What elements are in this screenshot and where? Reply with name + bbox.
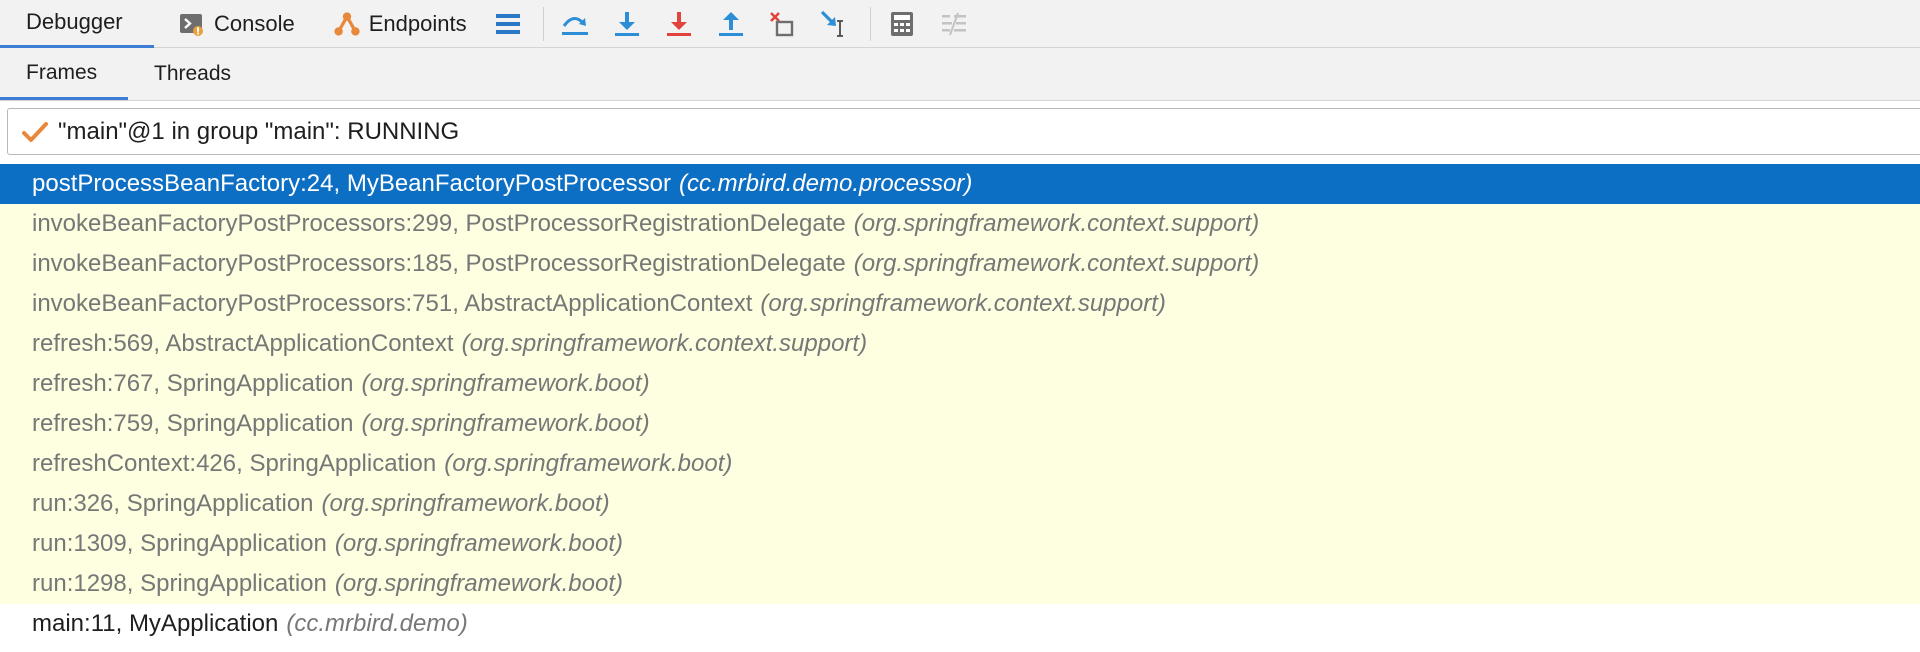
- frame-method: refresh:767, SpringApplication: [32, 370, 354, 397]
- frame-package: (cc.mrbird.demo.processor): [678, 170, 973, 197]
- tab-frames[interactable]: Frames: [0, 48, 128, 100]
- frame-method: invokeBeanFactoryPostProcessors:751, Abs…: [32, 290, 753, 317]
- frame-row[interactable]: refreshContext:426, SpringApplication (o…: [0, 444, 1920, 484]
- toolbar-separator: [542, 6, 544, 41]
- frame-row[interactable]: postProcessBeanFactory:24, MyBeanFactory…: [0, 164, 1920, 204]
- frame-row[interactable]: invokeBeanFactoryPostProcessors:185, Pos…: [0, 244, 1920, 284]
- frame-row[interactable]: refresh:767, SpringApplication (org.spri…: [0, 364, 1920, 404]
- frame-method: invokeBeanFactoryPostProcessors:185, Pos…: [32, 250, 846, 277]
- frame-method: postProcessBeanFactory:24, MyBeanFactory…: [32, 170, 671, 197]
- frame-package: (org.springframework.boot): [321, 490, 610, 517]
- frame-method: refresh:759, SpringApplication: [32, 410, 354, 437]
- tab-endpoints[interactable]: Endpoints: [333, 0, 467, 48]
- frames-list: postProcessBeanFactory:24, MyBeanFactory…: [0, 164, 1920, 644]
- frame-method: invokeBeanFactoryPostProcessors:299, Pos…: [32, 210, 846, 237]
- thread-label: "main"@1 in group "main": RUNNING: [58, 117, 460, 145]
- frame-package: (org.springframework.boot): [334, 570, 623, 597]
- frame-row[interactable]: run:1298, SpringApplication (org.springf…: [0, 564, 1920, 604]
- step-out-icon[interactable]: [714, 7, 748, 41]
- step-over-icon[interactable]: [558, 7, 592, 41]
- debugger-subtabs: Frames Threads: [0, 48, 1920, 101]
- tab-console[interactable]: Console: [178, 0, 295, 48]
- hamburger-icon[interactable]: [491, 7, 525, 41]
- frame-package: (org.springframework.boot): [334, 530, 623, 557]
- frame-method: main:11, MyApplication: [32, 610, 279, 637]
- tab-endpoints-label: Endpoints: [368, 10, 467, 36]
- evaluate-icon[interactable]: [885, 7, 919, 41]
- frame-method: run:326, SpringApplication: [32, 490, 314, 517]
- frame-row[interactable]: invokeBeanFactoryPostProcessors:299, Pos…: [0, 204, 1920, 244]
- frame-row[interactable]: main:11, MyApplication (cc.mrbird.demo): [0, 604, 1920, 644]
- tab-debugger-label: Debugger: [26, 9, 123, 34]
- drop-frame-icon[interactable]: [766, 7, 800, 41]
- trace-icon[interactable]: [937, 7, 971, 41]
- frame-package: (org.springframework.context.support): [760, 290, 1166, 317]
- frame-row[interactable]: refresh:569, AbstractApplicationContext …: [0, 324, 1920, 364]
- endpoints-icon: [333, 10, 361, 38]
- frame-row[interactable]: refresh:759, SpringApplication (org.spri…: [0, 404, 1920, 444]
- frame-method: run:1309, SpringApplication: [32, 530, 327, 557]
- tab-debugger[interactable]: Debugger: [0, 0, 154, 48]
- force-step-into-icon[interactable]: [662, 7, 696, 41]
- tab-threads-label: Threads: [154, 62, 232, 85]
- frame-package: (org.springframework.context.support): [853, 210, 1260, 237]
- debug-toolbar: Debugger Console Endpoints: [0, 0, 1920, 48]
- toolbar-separator: [869, 6, 871, 41]
- frame-row[interactable]: run:1309, SpringApplication (org.springf…: [0, 524, 1920, 564]
- tab-frames-label: Frames: [26, 60, 98, 84]
- check-icon: [22, 121, 48, 143]
- console-icon: [178, 10, 206, 38]
- frame-method: run:1298, SpringApplication: [32, 570, 327, 597]
- frame-method: refresh:569, AbstractApplicationContext: [32, 330, 454, 357]
- frame-method: refreshContext:426, SpringApplication: [32, 450, 437, 477]
- run-to-cursor-icon[interactable]: [818, 7, 852, 41]
- frame-row[interactable]: invokeBeanFactoryPostProcessors:751, Abs…: [0, 284, 1920, 324]
- thread-selector[interactable]: "main"@1 in group "main": RUNNING: [7, 108, 1920, 155]
- frame-package: (org.springframework.boot): [361, 410, 650, 437]
- tab-threads[interactable]: Threads: [128, 48, 257, 100]
- frame-package: (org.springframework.context.support): [461, 330, 868, 357]
- tab-console-label: Console: [214, 10, 295, 36]
- frame-package: (org.springframework.boot): [444, 450, 733, 477]
- frame-package: (cc.mrbird.demo): [286, 610, 468, 637]
- step-into-icon[interactable]: [610, 7, 644, 41]
- frame-package: (org.springframework.boot): [361, 370, 650, 397]
- frame-row[interactable]: run:326, SpringApplication (org.springfr…: [0, 484, 1920, 524]
- frame-package: (org.springframework.context.support): [853, 250, 1260, 277]
